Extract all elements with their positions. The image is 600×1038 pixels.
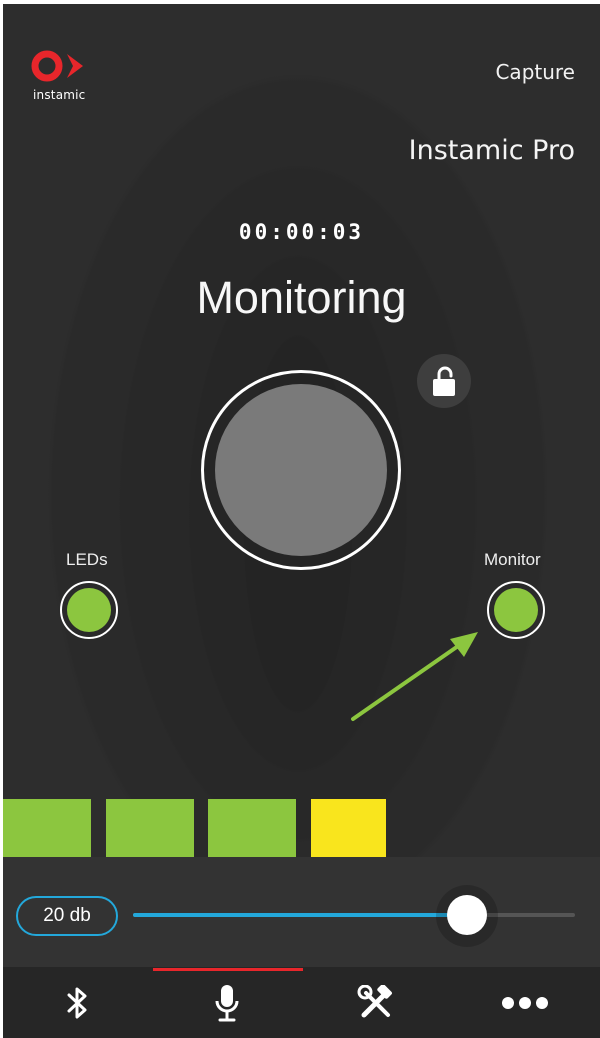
- tab-more[interactable]: [450, 967, 599, 1038]
- leds-toggle[interactable]: [67, 588, 111, 632]
- monitor-label: Monitor: [484, 550, 541, 569]
- annotation-arrow: [351, 632, 478, 721]
- bluetooth-icon: [67, 987, 86, 1018]
- leds-label: LEDs: [66, 550, 108, 569]
- brand-wordmark: instamic: [33, 88, 86, 102]
- capture-label: Capture: [495, 60, 575, 84]
- gain-slider-thumb[interactable]: [447, 895, 487, 935]
- recording-timer: 00:00:03: [238, 220, 365, 244]
- recording-status: Monitoring: [196, 272, 407, 323]
- product-name: Instamic Pro: [408, 135, 575, 166]
- lock-button[interactable]: [417, 354, 471, 408]
- record-button[interactable]: [215, 384, 387, 556]
- more-icon: [501, 996, 548, 1009]
- level-meter-segment: [208, 799, 296, 857]
- app-screen: instamic Capture Instamic Pro 00:00:03 M…: [3, 4, 600, 1038]
- tools-icon: [357, 984, 392, 1017]
- unlock-icon: [433, 366, 455, 396]
- level-meter-segment: [106, 799, 194, 857]
- tab-tools[interactable]: [301, 967, 450, 1038]
- level-meter-segment: [3, 799, 91, 857]
- monitor-toggle[interactable]: [494, 588, 538, 632]
- gain-slider-fill: [133, 913, 466, 917]
- microphone-icon: [215, 984, 238, 1021]
- gain-value-badge[interactable]: 20 db: [16, 896, 118, 936]
- tab-microphone[interactable]: [152, 967, 301, 1038]
- tab-bluetooth[interactable]: [3, 967, 152, 1038]
- level-meter-peak-segment: [311, 799, 386, 857]
